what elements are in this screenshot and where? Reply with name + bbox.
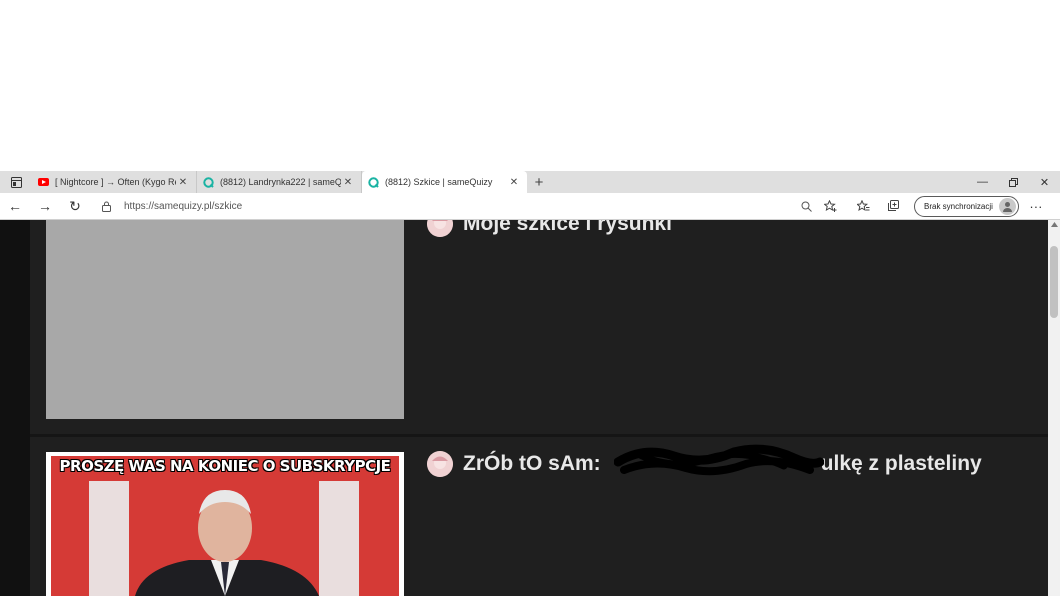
sketch-title-start: ZrÓb tO sAm: [463, 452, 601, 475]
star-add-icon [823, 200, 836, 212]
tab-title: (8812) Landrynka222 | sameQuizy [220, 177, 341, 187]
meme-caption: PROSZĘ WAS NA KONIEC O SUBSKRYPCJE [59, 457, 391, 475]
collections-icon [888, 200, 899, 211]
plus-icon: + [534, 173, 544, 191]
sketch-thumbnail-placeholder[interactable] [46, 220, 404, 419]
close-icon[interactable]: ✕ [507, 177, 521, 188]
close-window-button[interactable]: ✕ [1029, 171, 1060, 193]
arrow-right-icon: → [38, 198, 52, 214]
triangle-up-icon [1050, 222, 1058, 227]
url-text: https://samequizy.pl/szkice [124, 200, 243, 212]
tab-actions-icon [10, 176, 22, 188]
blank-area [0, 0, 1060, 171]
sketch-title-link[interactable]: Moje szkice i rysunki [427, 220, 672, 237]
close-icon[interactable]: ✕ [176, 177, 190, 188]
person-illustration [135, 490, 319, 596]
samequizy-icon [368, 176, 379, 188]
sketch-thumbnail-image[interactable]: PROSZĘ WAS NA KONIEC O SUBSKRYPCJE [46, 452, 404, 596]
close-icon: ✕ [1039, 176, 1050, 189]
window-controls: — ✕ [967, 171, 1060, 193]
restore-icon [1009, 177, 1018, 187]
samequizy-icon [203, 176, 214, 188]
sync-button[interactable]: Brak synchronizacji [914, 195, 1019, 217]
add-favorite-button[interactable] [818, 200, 842, 212]
scroll-up-button[interactable] [1048, 222, 1060, 232]
page-scrollbar[interactable] [1048, 220, 1060, 596]
zoom-button[interactable] [794, 201, 818, 212]
zoom-icon [801, 201, 812, 212]
new-tab-button[interactable]: + [527, 171, 551, 193]
collections-button[interactable] [878, 193, 908, 220]
sketch-title-end: ulkę z plasteliny [820, 452, 982, 475]
youtube-icon [38, 177, 49, 188]
sketch-list: Moje szkice i rysunki PROSZĘ WAS NA KONI… [30, 220, 1048, 596]
favorites-button[interactable] [848, 193, 878, 220]
minimize-icon: — [977, 176, 988, 188]
restore-button[interactable] [998, 171, 1029, 193]
page-viewport: Moje szkice i rysunki PROSZĘ WAS NA KONI… [0, 220, 1048, 596]
navigation-bar: ← → ↻ https://samequizy.pl/szkice Brak s… [0, 193, 1060, 220]
minimize-button[interactable]: — [967, 171, 998, 193]
address-bar[interactable]: https://samequizy.pl/szkice [96, 196, 848, 217]
refresh-icon: ↻ [69, 197, 81, 214]
profile-avatar-icon [998, 197, 1016, 215]
forward-button[interactable]: → [30, 193, 60, 220]
toolbar-right: Brak synchronizacji ··· [848, 193, 1053, 220]
meme-image: PROSZĘ WAS NA KONIEC O SUBSKRYPCJE [51, 456, 399, 596]
back-button[interactable]: ← [0, 193, 30, 220]
tab-szkice[interactable]: (8812) Szkice | sameQuizy ✕ [362, 171, 527, 193]
tab-title: [ Nightcore ] → Often (Kygo Remix [55, 177, 176, 187]
divider [30, 434, 1048, 437]
tab-title: (8812) Szkice | sameQuizy [385, 177, 493, 187]
tab-nightcore[interactable]: [ Nightcore ] → Often (Kygo Remix ✕ [32, 171, 197, 193]
more-icon: ··· [1029, 198, 1043, 214]
tab-actions-button[interactable] [0, 171, 32, 193]
redaction-scribble [614, 444, 824, 476]
tab-landrynka[interactable]: (8812) Landrynka222 | sameQuizy ✕ [197, 171, 362, 193]
favorites-icon [856, 200, 869, 212]
sketch-title: Moje szkice i rysunki [463, 220, 672, 235]
more-button[interactable]: ··· [1019, 199, 1053, 214]
close-icon[interactable]: ✕ [341, 177, 355, 188]
refresh-button[interactable]: ↻ [60, 193, 90, 220]
tab-strip: [ Nightcore ] → Often (Kygo Remix ✕ (881… [0, 171, 1060, 193]
lock-icon [102, 201, 116, 212]
author-avatar [427, 451, 453, 477]
scroll-thumb[interactable] [1050, 246, 1058, 318]
arrow-left-icon: ← [8, 198, 22, 214]
author-avatar [427, 220, 453, 237]
sync-label: Brak synchronizacji [924, 201, 993, 211]
